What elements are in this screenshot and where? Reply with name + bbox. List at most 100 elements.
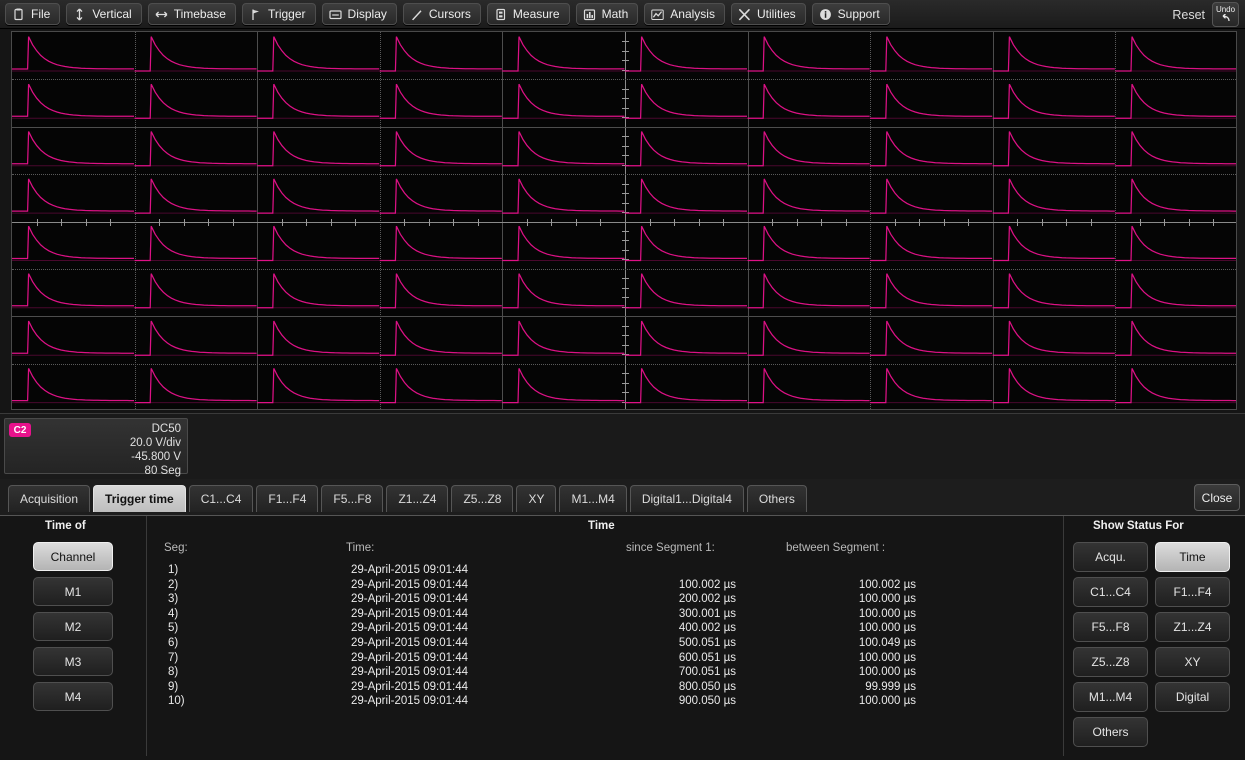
reset-button[interactable]: Reset <box>1172 8 1205 22</box>
time-of-button-group: Channel M1 M2 M3 M4 <box>0 542 146 717</box>
table-row[interactable]: 3)29-April-2015 09:01:44200.002 µs100.00… <box>146 593 916 608</box>
cell-segment: 4) <box>168 608 178 620</box>
toolbar-button-utilities[interactable]: Utilities <box>731 3 806 25</box>
cell-segment: 5) <box>168 622 178 634</box>
toolbar-right-group: Reset Undo <box>1172 0 1239 29</box>
cell-segment: 8) <box>168 666 178 678</box>
table-row[interactable]: 6)29-April-2015 09:01:44500.051 µs100.04… <box>146 637 916 652</box>
status-for-button-xy[interactable]: XY <box>1155 647 1230 677</box>
tab-acquisition[interactable]: Acquisition <box>8 485 90 512</box>
tab-z5-z8[interactable]: Z5...Z8 <box>451 485 513 512</box>
cell-since: 400.002 µs <box>626 622 736 634</box>
close-button[interactable]: Close <box>1194 484 1240 511</box>
cell-since: 600.051 µs <box>626 652 736 664</box>
tab-f1-f4[interactable]: F1...F4 <box>256 485 318 512</box>
status-for-button-others[interactable]: Others <box>1073 717 1148 747</box>
time-of-button-m2[interactable]: M2 <box>33 612 113 641</box>
tab-digital1-digital4[interactable]: Digital1...Digital4 <box>630 485 744 512</box>
cell-segment: 9) <box>168 681 178 693</box>
time-of-button-m3[interactable]: M3 <box>33 647 113 676</box>
cell-time: 29-April-2015 09:01:44 <box>351 637 468 649</box>
cell-time: 29-April-2015 09:01:44 <box>351 681 468 693</box>
tab-xy[interactable]: XY <box>516 485 556 512</box>
toolbar-button-label: Vertical <box>92 7 131 21</box>
toolbar-button-timebase[interactable]: Timebase <box>148 3 236 25</box>
table-row[interactable]: 8)29-April-2015 09:01:44700.051 µs100.00… <box>146 666 916 681</box>
table-row[interactable]: 7)29-April-2015 09:01:44600.051 µs100.00… <box>146 652 916 667</box>
table-row[interactable]: 10)29-April-2015 09:01:44900.050 µs100.0… <box>146 695 916 710</box>
vertical-arrows-icon <box>73 8 86 21</box>
toolbar-button-trigger[interactable]: Trigger <box>242 3 316 25</box>
cell-segment: 3) <box>168 593 178 605</box>
toolbar-button-display[interactable]: Display <box>322 3 397 25</box>
toolbar-button-math[interactable]: Math <box>576 3 639 25</box>
status-for-button-z5-z8[interactable]: Z5...Z8 <box>1073 647 1148 677</box>
cell-between: 99.999 µs <box>806 681 916 693</box>
channel-volts-div: 20.0 V/div <box>9 436 181 450</box>
cell-time: 29-April-2015 09:01:44 <box>351 652 468 664</box>
tab-f5-f8[interactable]: F5...F8 <box>321 485 383 512</box>
oscilloscope-app: File Vertical Timebase Trigger Display Cursor… <box>0 0 1245 760</box>
tab-m1-m4[interactable]: M1...M4 <box>559 485 626 512</box>
channel-status-c2[interactable]: C2 DC50 20.0 V/div -45.800 V 80 Seg <box>4 418 188 474</box>
right-divider <box>1063 516 1064 756</box>
table-column-header: Time: <box>346 542 374 554</box>
toolbar-button-label: Math <box>602 7 629 21</box>
table-row[interactable]: 9) 29-April-2015 09:01:44 800.050 µs 99.999… <box>146 681 916 696</box>
undo-button[interactable]: Undo <box>1212 2 1239 27</box>
waveform-trace-row <box>12 368 1237 402</box>
tab-c1-c4[interactable]: C1...C4 <box>189 485 254 512</box>
toolbar-button-support[interactable]: Support <box>812 3 890 25</box>
table-column-header: between Segment : <box>786 542 885 554</box>
toolbar-button-cursors[interactable]: Cursors <box>403 3 481 25</box>
segmented-waveform-traces <box>12 32 1237 410</box>
status-bar: C2 DC50 20.0 V/div -45.800 V 80 Seg Time… <box>0 413 1245 479</box>
cell-between: 100.000 µs <box>806 622 916 634</box>
file-icon <box>12 8 25 21</box>
tab-z1-z4[interactable]: Z1...Z4 <box>386 485 448 512</box>
toolbar-button-file[interactable]: File <box>5 3 60 25</box>
toolbar-button-label: Cursors <box>429 7 471 21</box>
status-for-button-f5-f8[interactable]: F5...F8 <box>1073 612 1148 642</box>
status-for-button-c1-c4[interactable]: C1...C4 <box>1073 577 1148 607</box>
waveform-trace-row <box>12 321 1237 355</box>
table-row[interactable]: 1)29-April-2015 09:01:44 <box>146 564 916 579</box>
cell-segment: 6) <box>168 637 178 649</box>
waveform-trace-row <box>12 274 1237 308</box>
measure-icon <box>494 8 507 21</box>
toolbar-button-vertical[interactable]: Vertical <box>66 3 141 25</box>
status-for-button-m1-m4[interactable]: M1...M4 <box>1073 682 1148 712</box>
cell-since: 800.050 µs <box>626 681 736 693</box>
cell-time: 29-April-2015 09:01:44 <box>351 666 468 678</box>
tab-trigger-time[interactable]: Trigger time <box>93 485 186 512</box>
status-for-button-time[interactable]: Time <box>1155 542 1230 572</box>
toolbar-button-label: Trigger <box>268 7 306 21</box>
cell-time: 29-April-2015 09:01:44 <box>351 695 468 707</box>
status-for-button-f1-f4[interactable]: F1...F4 <box>1155 577 1230 607</box>
scope-graticule[interactable] <box>11 31 1237 410</box>
waveform-display[interactable] <box>0 29 1245 413</box>
toolbar-button-measure[interactable]: Measure <box>487 3 570 25</box>
tab-others[interactable]: Others <box>747 485 807 512</box>
cell-between: 100.000 µs <box>806 593 916 605</box>
time-of-button-m1[interactable]: M1 <box>33 577 113 606</box>
table-row[interactable]: 5) 29-April-2015 09:01:44 400.002 µs 100.00… <box>146 622 916 637</box>
status-for-button-acqu[interactable]: Acqu. <box>1073 542 1148 572</box>
cell-time: 29-April-2015 09:01:44 <box>351 622 468 634</box>
channel-offset: -45.800 V <box>9 450 181 464</box>
cursor-pointer-icon <box>410 8 423 21</box>
horizontal-arrows-icon <box>155 8 168 21</box>
table-row[interactable]: 4)29-April-2015 09:01:44300.001 µs100.00… <box>146 608 916 623</box>
time-of-button-channel[interactable]: Channel <box>33 542 113 571</box>
show-status-for-header: Show Status For <box>1093 520 1184 532</box>
cell-since: 700.051 µs <box>626 666 736 678</box>
table-row[interactable]: 2)29-April-2015 09:01:44100.002 µs100.00… <box>146 579 916 594</box>
status-for-button-z1-z4[interactable]: Z1...Z4 <box>1155 612 1230 642</box>
toolbar-button-analysis[interactable]: Analysis <box>644 3 725 25</box>
status-for-button-digital[interactable]: Digital <box>1155 682 1230 712</box>
time-of-button-m4[interactable]: M4 <box>33 682 113 711</box>
table-column-header: since Segment 1: <box>626 542 715 554</box>
table-body: 1)29-April-2015 09:01:442)29-April-2015 … <box>146 564 916 710</box>
toolbar-button-label: Measure <box>513 7 560 21</box>
main-toolbar: File Vertical Timebase Trigger Display Cursor… <box>0 0 1245 29</box>
